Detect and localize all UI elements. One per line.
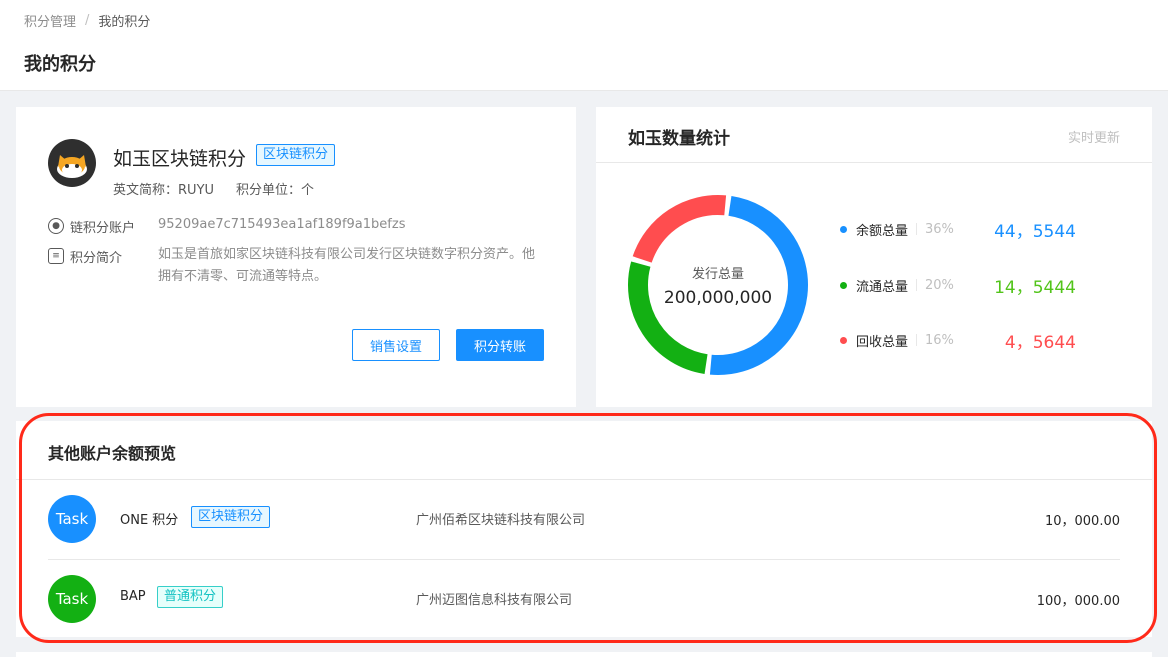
legend-value-circulation: 14，5444 [994,278,1076,298]
breadcrumb-parent[interactable]: 积分管理 [24,11,76,30]
legend-name: 回收总量 [856,334,909,350]
intro-value: 如玉是首旅如家区块链科技有限公司发行区块链数字积分资产。他拥有不清零、可流通等特… [158,247,536,284]
account-name: BAP [120,589,146,604]
account-row[interactable]: Task ONE 积分 区块链积分 广州佰希区块链科技有限公司 10，000.0… [48,479,1120,559]
next-card-edge [16,652,1152,657]
account-company: 广州佰希区块链科技有限公司 [416,513,586,528]
account-tag: 区块链积分 [191,506,271,528]
breadcrumb: 积分管理 / 我的积分 [24,11,150,30]
account-company: 广州迈图信息科技有限公司 [416,593,573,608]
page-header: 积分管理 / 我的积分 我的积分 [0,0,1168,91]
legend-dot [840,281,847,289]
token-info-card: 如玉区块链积分 区块链积分 英文简称：RUYU 积分单位：个 ● 链积分账户 95… [16,107,576,407]
page-title: 我的积分 [24,54,96,75]
token-name: 如玉区块链积分 [113,148,247,170]
transfer-button[interactable]: 积分转账 [456,329,544,361]
token-logo [48,139,96,187]
breadcrumb-separator: / [85,13,90,28]
unit-value: 个 [301,183,315,198]
en-value: RUYU [178,183,215,198]
avatar: Task [48,495,96,543]
donut-center-value: 200,000,000 [663,287,773,308]
legend-dot [840,336,847,344]
unit-label: 积分单位： [236,183,302,198]
breadcrumb-current: 我的积分 [98,15,151,30]
document-icon: ≡ [48,248,64,264]
avatar: Task [48,575,96,623]
intro-label: 积分简介 [70,251,123,266]
other-accounts-title: 其他账户余额预览 [48,444,177,463]
legend-name: 余额总量 [856,223,909,239]
stats-header: 如玉数量统计 实时更新 [596,107,1152,163]
account-amount: 100，000.00 [1036,594,1120,609]
account-row[interactable]: Task BAP 普通积分 广州迈图信息科技有限公司 100，000.00 [48,559,1120,639]
stats-card: 如玉数量统计 实时更新 发行总量 200,000,000 余额总量 36% 44… [596,107,1152,407]
donut-center-label: 发行总量 [691,266,744,282]
account-amount: 10，000.00 [1044,514,1120,529]
account-value: 95209ae7c715493ea1af189f9a1befzs [158,217,406,232]
legend-value-balance: 44，5544 [994,222,1076,242]
account-label: 链积分账户 [70,221,136,236]
donut-center: 发行总量 200,000,000 [627,194,809,376]
intro-row: ≡ 积分简介 如玉是首旅如家区块链科技有限公司发行区块链数字积分资产。他拥有不清… [48,247,538,288]
other-accounts-card: 其他账户余额预览 Task ONE 积分 区块链积分 广州佰希区块链科技有限公司… [16,421,1152,637]
account-row: ● 链积分账户 95209ae7c715493ea1af189f9a1befzs [48,217,405,236]
refresh-link[interactable]: 实时更新 [1068,127,1120,146]
token-meta: 英文简称：RUYU 积分单位：个 [113,179,314,198]
sale-settings-button[interactable]: 销售设置 [352,329,440,361]
account-name: ONE 积分 [120,513,179,528]
en-label: 英文简称： [113,183,179,198]
legend-dot [840,225,847,233]
stats-title: 如玉数量统计 [628,129,730,149]
legend-value-recycle: 4，5644 [1004,333,1076,353]
user-icon: ● [48,218,64,234]
account-tag: 普通积分 [157,586,224,608]
token-type-tag: 区块链积分 [256,144,336,166]
legend-name: 流通总量 [856,279,909,295]
